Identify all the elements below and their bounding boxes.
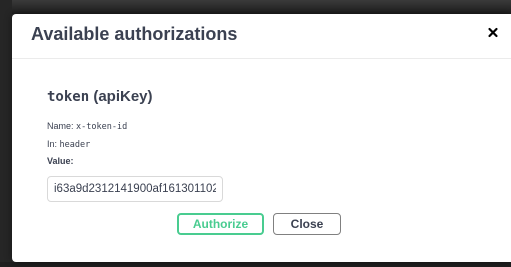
- backdrop-left: [0, 0, 12, 267]
- close-modal-button[interactable]: [485, 23, 501, 41]
- auth-scheme-name: token: [47, 89, 90, 105]
- auth-scheme-type: (apiKey): [93, 88, 153, 105]
- modal-header: Available authorizations: [12, 14, 511, 59]
- modal-title: Available authorizations: [31, 24, 238, 44]
- auth-in-label: In:: [47, 139, 58, 149]
- auth-in-value: header: [59, 140, 91, 150]
- auth-name-value: x-token-id: [76, 122, 128, 132]
- auth-in-row: In: header: [47, 139, 90, 150]
- auth-scheme-heading: token (apiKey): [47, 88, 153, 105]
- auth-name-label: Name:: [47, 121, 74, 131]
- close-button[interactable]: Close: [273, 213, 341, 235]
- auth-value-label: Value:: [47, 156, 74, 166]
- backdrop: [0, 0, 511, 14]
- authorize-button[interactable]: Authorize: [177, 213, 264, 235]
- authorizations-modal: Available authorizations token (apiKey) …: [12, 14, 511, 262]
- auth-apikey-section: token (apiKey) Name: x-token-id In: head…: [47, 88, 223, 202]
- auth-name-row: Name: x-token-id: [47, 121, 127, 132]
- backdrop-bottom: [0, 262, 511, 267]
- close-icon: [485, 23, 501, 41]
- api-key-value-input[interactable]: [47, 176, 223, 202]
